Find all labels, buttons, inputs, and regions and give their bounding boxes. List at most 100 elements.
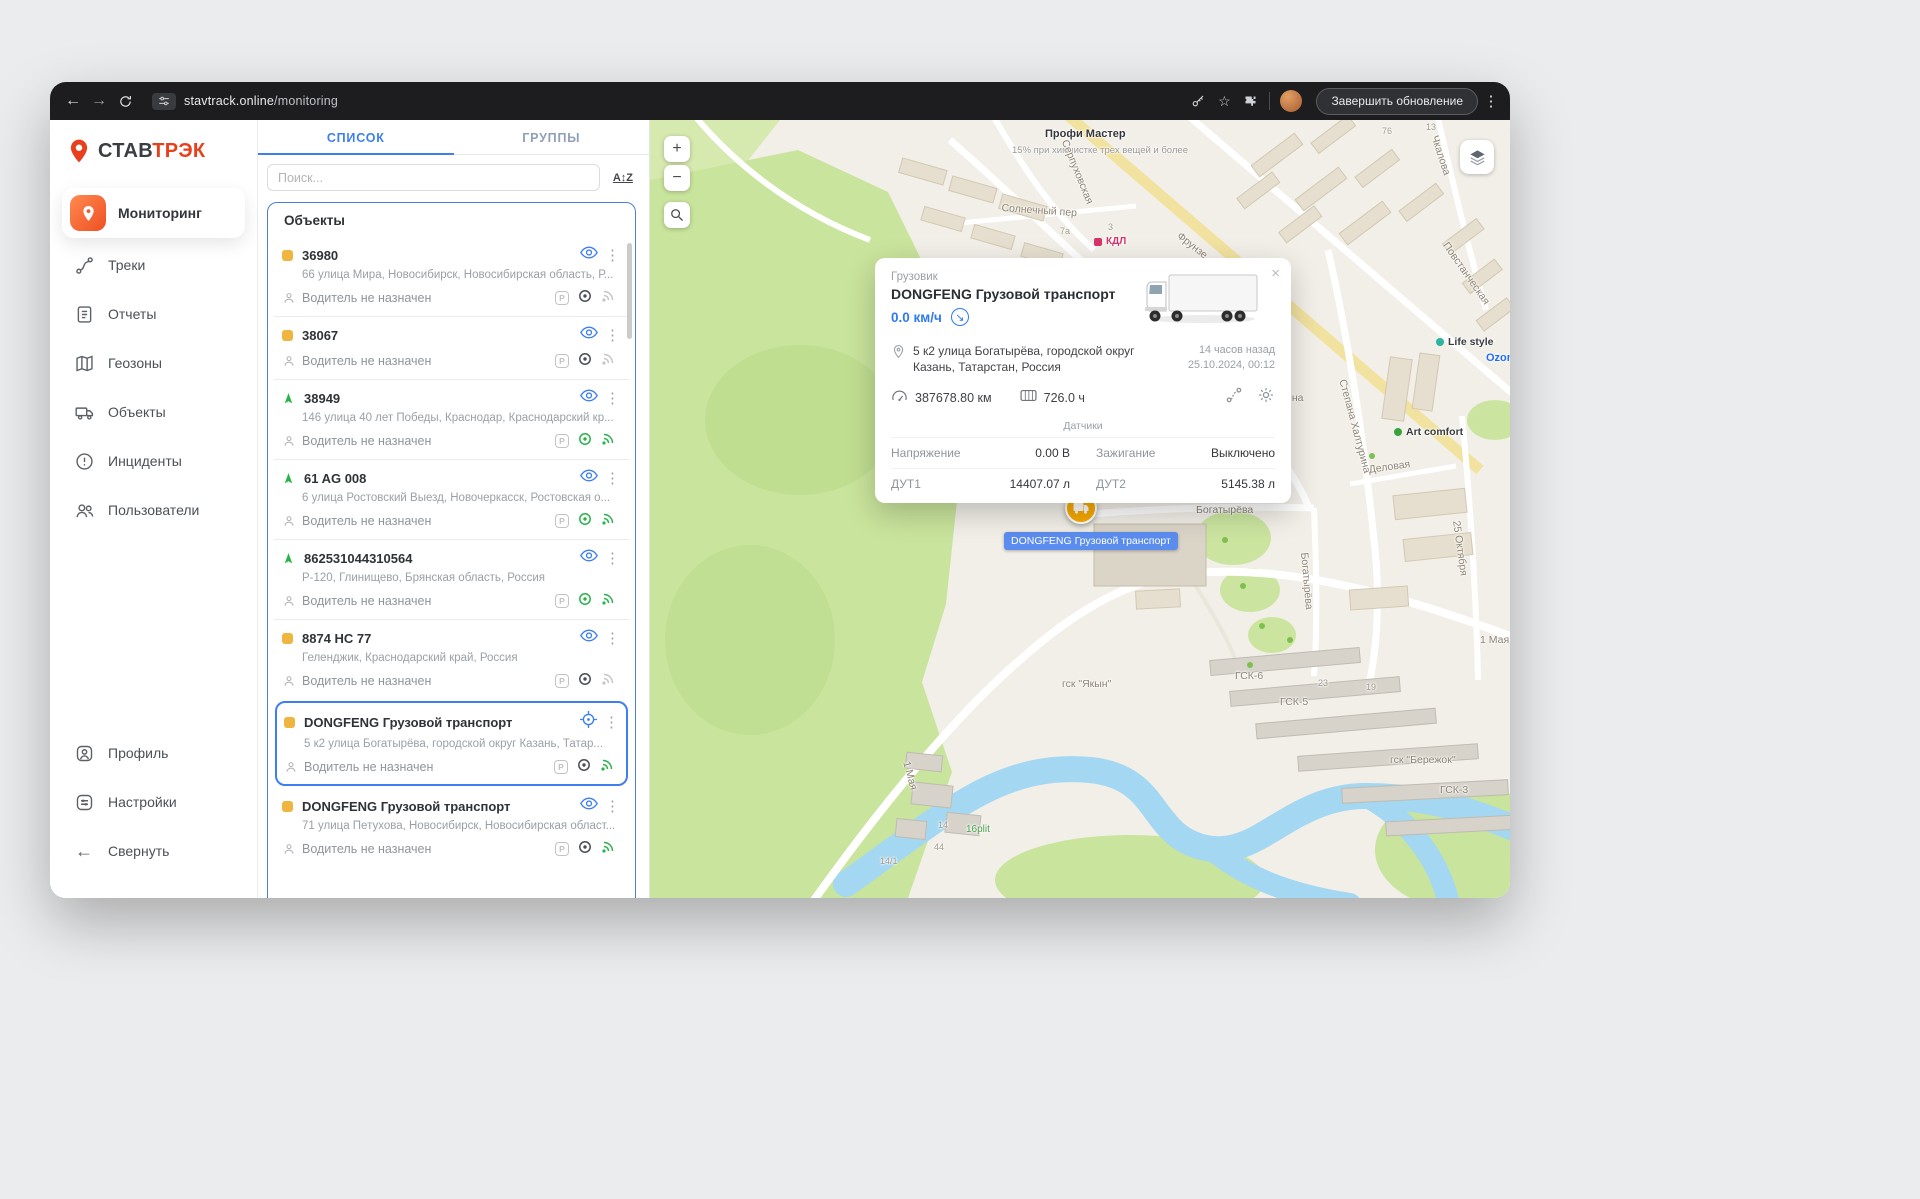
bookmark-star-icon[interactable]: ☆ <box>1211 88 1237 114</box>
settings-icon <box>72 790 96 814</box>
sidebar-item-tracks[interactable]: Треки <box>62 243 245 287</box>
build-route-icon[interactable] <box>1225 386 1243 409</box>
tune-icon <box>158 95 170 107</box>
sidebar-item-monitoring[interactable]: Мониторинг <box>62 188 245 238</box>
vehicle-moving-arrow-icon <box>282 552 295 565</box>
item-menu-icon[interactable]: ⋮ <box>605 326 615 344</box>
browser-menu-icon[interactable]: ⋮ <box>1482 92 1500 110</box>
parking-sensor-icon: P <box>555 594 569 608</box>
vehicle-list-item[interactable]: 38067 ⋮ Водитель не назначен P <box>274 316 629 379</box>
vehicle-status-square-icon <box>282 250 293 261</box>
sidebar-item-label: Объекты <box>108 404 166 420</box>
address-bar[interactable]: stavtrack.online/monitoring <box>184 94 338 108</box>
sidebar-item-profile[interactable]: Профиль <box>62 731 245 775</box>
extensions-icon[interactable] <box>1237 88 1263 114</box>
item-menu-icon[interactable]: ⋮ <box>605 389 615 407</box>
vehicle-list-item[interactable]: 38949 ⋮ 146 улица 40 лет Победы, Краснод… <box>274 379 629 459</box>
vehicle-moving-arrow-icon <box>282 472 295 485</box>
direction-arrow-icon: ↘ <box>951 308 969 326</box>
ignition-icon <box>578 672 592 689</box>
map-canvas[interactable]: Профи Мастер 15% при химчистке трех веще… <box>650 120 1510 898</box>
marker-label[interactable]: DONGFENG Грузовой транспорт <box>1004 532 1178 550</box>
vehicle-list-item[interactable]: DONGFENG Грузовой транспорт ⋮ 71 улица П… <box>274 788 629 867</box>
item-menu-icon[interactable]: ⋮ <box>604 713 614 731</box>
ignition-icon <box>577 758 591 775</box>
passwords-key-icon[interactable] <box>1185 88 1211 114</box>
vehicle-name: 38067 <box>302 328 338 343</box>
sidebar-item-settings[interactable]: Настройки <box>62 780 245 824</box>
location-pin-icon <box>891 343 906 375</box>
poi-dot-icon <box>1436 338 1444 346</box>
parking-sensor-icon: P <box>554 760 568 774</box>
map-area-label: гск "Якын" <box>1062 678 1111 690</box>
sidebar-item-label: Свернуть <box>108 843 169 859</box>
url-path: /monitoring <box>274 94 338 108</box>
zoom-out-button[interactable]: − <box>664 165 690 191</box>
vehicle-list-item-selected[interactable]: DONGFENG Грузовой транспорт ⋮ 5 к2 улица… <box>275 701 628 786</box>
objects-list-container: Объекты 36980 ⋮ 66 улица Мира, Новосибир… <box>267 202 636 898</box>
visibility-eye-icon[interactable] <box>580 797 598 815</box>
visibility-eye-icon[interactable] <box>580 469 598 487</box>
magnifier-icon <box>670 208 684 222</box>
zoom-in-button[interactable]: + <box>664 136 690 162</box>
visibility-eye-icon[interactable] <box>580 326 598 344</box>
item-menu-icon[interactable]: ⋮ <box>605 549 615 567</box>
visibility-eye-icon[interactable] <box>580 246 598 264</box>
sensor-row: Напряжение0.00 В ЗажиганиеВыключено <box>891 437 1275 468</box>
site-settings-icon[interactable] <box>152 93 176 110</box>
logo-pin-icon <box>66 138 92 164</box>
item-menu-icon[interactable]: ⋮ <box>605 469 615 487</box>
vehicle-list-item[interactable]: 862531044310564 ⋮ Р-120, Глинищево, Брян… <box>274 539 629 619</box>
driver-label: Водитель не назначен <box>302 842 431 856</box>
sort-az-button[interactable]: A↕Z <box>613 172 633 184</box>
map-layers-button[interactable] <box>1460 140 1494 174</box>
driver-label: Водитель не назначен <box>302 594 431 608</box>
poi-dot-icon <box>1394 428 1402 436</box>
map-area-label: гск "Бережок" <box>1390 754 1456 766</box>
visibility-eye-icon[interactable] <box>580 549 598 567</box>
sidebar-item-incidents[interactable]: Инциденты <box>62 439 245 483</box>
vehicle-list-item[interactable]: 8874 НС 77 ⋮ Геленджик, Краснодарский кр… <box>274 619 629 699</box>
reload-button[interactable] <box>112 88 138 114</box>
vehicle-list-item[interactable]: 61 AG 008 ⋮ 6 улица Ростовский Выезд, Но… <box>274 459 629 539</box>
parking-sensor-icon: P <box>555 354 569 368</box>
vehicle-address: 146 улица 40 лет Победы, Краснодар, Крас… <box>282 407 615 424</box>
forward-button[interactable]: → <box>86 88 112 114</box>
tab-list[interactable]: СПИСОК <box>258 120 454 154</box>
search-input[interactable] <box>267 164 600 191</box>
vehicle-address: 66 улица Мира, Новосибирск, Новосибирска… <box>282 264 615 281</box>
sidebar-item-objects[interactable]: Объекты <box>62 390 245 434</box>
sidebar: СТАВТРЭК Мониторинг Треки Отчеты <box>50 120 258 898</box>
house-number: 14 <box>938 820 948 830</box>
users-icon <box>72 498 96 522</box>
sidebar-item-label: Пользователи <box>108 502 199 518</box>
back-button[interactable]: ← <box>60 88 86 114</box>
driver-label: Водитель не назначен <box>302 354 431 368</box>
sidebar-item-reports[interactable]: Отчеты <box>62 292 245 336</box>
poi-dot-icon <box>1094 238 1102 246</box>
house-number: 23 <box>1318 678 1328 688</box>
sidebar-item-geozones[interactable]: Геозоны <box>62 341 245 385</box>
map-search-button[interactable] <box>664 202 690 228</box>
list-scrollbar[interactable] <box>627 243 632 339</box>
sidebar-item-users[interactable]: Пользователи <box>62 488 245 532</box>
item-menu-icon[interactable]: ⋮ <box>605 246 615 264</box>
visibility-eye-icon[interactable] <box>580 629 598 647</box>
vehicle-status-square-icon <box>282 801 293 812</box>
locate-target-icon[interactable] <box>580 711 597 733</box>
engine-hours-value: 726.0 ч <box>1044 391 1085 405</box>
visibility-eye-icon[interactable] <box>580 389 598 407</box>
driver-label: Водитель не назначен <box>302 514 431 528</box>
popup-settings-gear-icon[interactable] <box>1257 386 1275 409</box>
vehicle-list-item[interactable]: 36980 ⋮ 66 улица Мира, Новосибирск, Ново… <box>274 237 629 316</box>
item-menu-icon[interactable]: ⋮ <box>605 797 615 815</box>
sensor-row: ДУТ114407.07 л ДУТ25145.38 л <box>891 468 1275 499</box>
puzzle-icon <box>1243 94 1258 109</box>
tab-groups[interactable]: ГРУППЫ <box>454 120 650 154</box>
item-menu-icon[interactable]: ⋮ <box>605 629 615 647</box>
objects-panel: СПИСОК ГРУППЫ A↕Z Объекты 36980 <box>258 120 650 898</box>
sidebar-item-collapse[interactable]: ← Свернуть <box>62 829 245 873</box>
profile-avatar[interactable] <box>1280 90 1302 112</box>
driver-icon <box>282 291 296 305</box>
finish-update-button[interactable]: Завершить обновление <box>1316 88 1478 115</box>
